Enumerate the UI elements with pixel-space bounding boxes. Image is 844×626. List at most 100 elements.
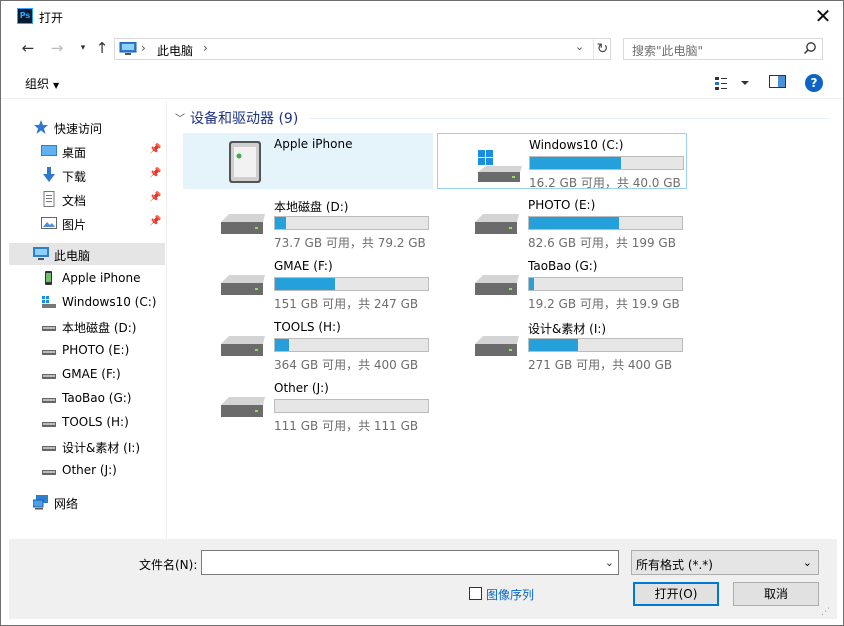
sidebar-item-quick-access[interactable]: 快速访问 xyxy=(9,116,165,138)
up-arrow-icon[interactable]: ↑ xyxy=(93,39,111,57)
refresh-icon[interactable]: ↻ xyxy=(593,39,611,59)
chevron-down-icon[interactable]: ﹀ xyxy=(175,110,185,125)
device-free-space: 82.6 GB 可用，共 199 GB xyxy=(528,236,676,250)
help-icon[interactable]: ? xyxy=(805,74,823,92)
image-sequence-label[interactable]: 图像序列 xyxy=(486,586,534,603)
filetype-select[interactable]: 所有格式 (*.*) ⌄ xyxy=(631,550,819,575)
drive-icon xyxy=(42,422,56,427)
chevron-down-icon[interactable]: ⌄ xyxy=(605,556,614,569)
device-free-space: 16.2 GB 可用，共 40.0 GB xyxy=(529,176,681,190)
picture-icon xyxy=(41,217,57,229)
breadcrumb-separator-icon: › xyxy=(141,41,146,55)
drive-icon xyxy=(42,350,56,355)
sidebar-item-downloads[interactable]: 下载 📌 xyxy=(9,164,165,186)
search-input[interactable]: 搜索"此电脑" xyxy=(623,38,823,60)
close-icon[interactable]: ✕ xyxy=(809,3,837,29)
device-tile-drive-e[interactable]: PHOTO (E:) 82.6 GB 可用，共 199 GB xyxy=(437,194,687,250)
organize-button[interactable]: 组织 ▼ xyxy=(25,75,59,92)
drive-icon xyxy=(475,214,519,234)
device-name: 本地磁盘 (D:) xyxy=(274,200,349,214)
sidebar-item-drive-h[interactable]: TOOLS (H:) xyxy=(9,411,165,433)
usage-bar xyxy=(528,338,683,352)
address-bar[interactable]: › 此电脑 › ⌄ ↻ xyxy=(114,38,611,60)
sidebar-item-drive-j[interactable]: Other (J:) xyxy=(9,459,165,481)
chevron-down-icon: ▼ xyxy=(53,81,60,90)
sidebar-item-drive-d[interactable]: 本地磁盘 (D:) xyxy=(9,315,165,337)
usage-fill xyxy=(275,278,335,290)
drive-icon xyxy=(475,275,519,295)
drive-icon xyxy=(42,470,56,475)
sidebar-item-apple-iphone[interactable]: Apple iPhone xyxy=(9,267,165,289)
sidebar-item-drive-e[interactable]: PHOTO (E:) xyxy=(9,339,165,361)
drive-icon xyxy=(42,398,56,403)
file-list: ﹀ 设备和驱动器 (9) Apple iPhone Windows10 (C:) xyxy=(169,101,831,539)
address-dropdown-icon[interactable]: ⌄ xyxy=(575,40,584,53)
device-tile-apple-iphone[interactable]: Apple iPhone xyxy=(183,133,433,189)
sidebar-item-label: 此电脑 xyxy=(54,249,91,263)
device-tile-drive-j[interactable]: Other (J:) 111 GB 可用，共 111 GB xyxy=(183,377,433,433)
drive-icon xyxy=(221,397,265,417)
sidebar-item-desktop[interactable]: 桌面 📌 xyxy=(9,140,165,162)
navigation-pane: 快速访问 桌面 📌 下载 📌 文档 📌 图片 📌 此电脑 Apple iPhon… xyxy=(9,101,167,539)
sidebar-item-documents[interactable]: 文档 📌 xyxy=(9,188,165,210)
device-tile-drive-c[interactable]: Windows10 (C:) 16.2 GB 可用，共 40.0 GB xyxy=(437,133,687,190)
back-arrow-icon[interactable]: ← xyxy=(19,39,37,57)
sidebar-item-pictures[interactable]: 图片 📌 xyxy=(9,212,165,234)
breadcrumb-this-pc[interactable]: 此电脑 xyxy=(157,42,193,59)
image-sequence-checkbox[interactable] xyxy=(469,587,482,600)
usage-bar xyxy=(274,399,429,413)
sidebar-item-drive-c[interactable]: Windows10 (C:) xyxy=(9,291,165,313)
device-tile-drive-d[interactable]: 本地磁盘 (D:) 73.7 GB 可用，共 79.2 GB xyxy=(183,194,433,250)
sidebar-item-drive-f[interactable]: GMAE (F:) xyxy=(9,363,165,385)
sidebar-item-drive-i[interactable]: 设计&素材 (I:) xyxy=(9,435,165,457)
sidebar-item-label: Windows10 (C:) xyxy=(62,295,157,309)
preview-pane-icon[interactable] xyxy=(769,75,787,92)
window-title: 打开 xyxy=(39,11,64,25)
sidebar-item-label: 桌面 xyxy=(62,146,87,160)
pin-icon[interactable]: 📌 xyxy=(149,144,161,155)
drive-icon xyxy=(42,446,56,451)
sidebar-item-label: GMAE (F:) xyxy=(62,367,121,381)
sidebar-item-drive-g[interactable]: TaoBao (G:) xyxy=(9,387,165,409)
device-free-space: 111 GB 可用，共 111 GB xyxy=(274,419,419,433)
usage-bar xyxy=(529,156,684,170)
windows-drive-icon xyxy=(478,150,522,182)
phone-icon xyxy=(45,271,52,285)
device-tile-drive-g[interactable]: TaoBao (G:) 19.2 GB 可用，共 19.9 GB xyxy=(437,255,687,311)
filename-input[interactable]: ⌄ xyxy=(201,550,619,575)
resize-grip-icon[interactable]: ⋰ xyxy=(821,607,830,617)
forward-arrow-icon[interactable]: → xyxy=(48,39,66,57)
device-tile-drive-f[interactable]: GMAE (F:) 151 GB 可用，共 247 GB xyxy=(183,255,433,311)
download-icon xyxy=(43,167,55,182)
title-bar: Ps 打开 ✕ xyxy=(1,1,843,31)
open-button[interactable]: 打开(O) xyxy=(633,582,719,606)
divider xyxy=(309,118,829,119)
search-icon[interactable] xyxy=(803,41,817,55)
usage-fill xyxy=(275,339,289,351)
usage-fill xyxy=(529,278,535,290)
device-tile-drive-h[interactable]: TOOLS (H:) 364 GB 可用，共 400 GB xyxy=(183,316,433,372)
document-icon xyxy=(43,191,55,207)
phone-device-icon xyxy=(229,141,261,183)
pin-icon[interactable]: 📌 xyxy=(149,168,161,179)
device-free-space: 19.2 GB 可用，共 19.9 GB xyxy=(528,297,680,311)
device-free-space: 73.7 GB 可用，共 79.2 GB xyxy=(274,236,426,250)
sidebar-item-label: Apple iPhone xyxy=(62,271,141,285)
sidebar-item-label: TOOLS (H:) xyxy=(62,415,129,429)
pin-icon[interactable]: 📌 xyxy=(149,192,161,203)
computer-icon xyxy=(33,247,49,260)
change-view-button[interactable] xyxy=(713,74,753,92)
group-header[interactable]: ﹀ 设备和驱动器 (9) xyxy=(175,108,298,128)
pin-icon[interactable]: 📌 xyxy=(149,216,161,227)
sidebar-item-this-pc[interactable]: 此电脑 xyxy=(9,243,165,265)
cancel-button[interactable]: 取消 xyxy=(733,582,819,606)
device-name: Windows10 (C:) xyxy=(529,138,624,152)
device-free-space: 271 GB 可用，共 400 GB xyxy=(528,358,673,372)
usage-fill xyxy=(529,339,579,351)
device-tile-drive-i[interactable]: 设计&素材 (I:) 271 GB 可用，共 400 GB xyxy=(437,316,687,372)
star-icon xyxy=(34,120,48,134)
breadcrumb-separator-icon[interactable]: › xyxy=(203,41,208,55)
recent-locations-chevron-icon[interactable]: ▾ xyxy=(74,39,92,57)
sidebar-item-network[interactable]: 网络 xyxy=(9,491,165,513)
usage-bar xyxy=(528,216,683,230)
